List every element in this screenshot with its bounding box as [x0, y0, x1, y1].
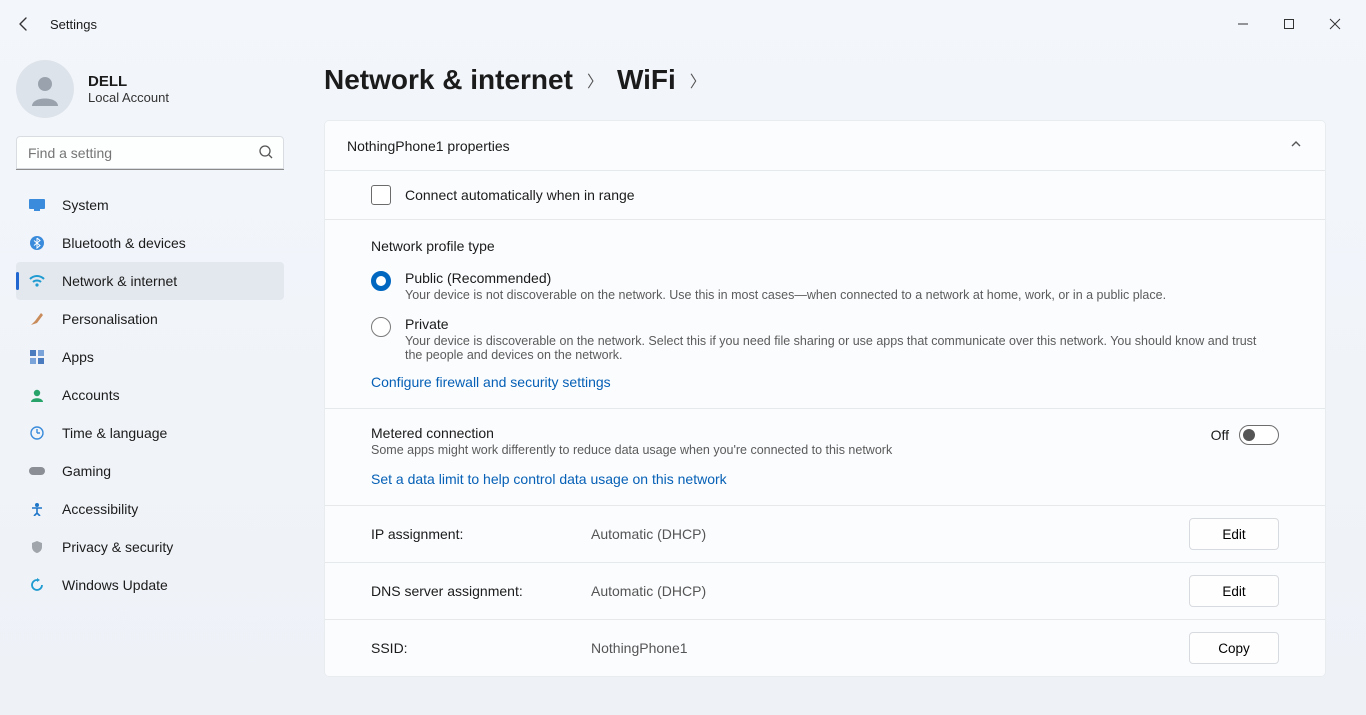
- user-block[interactable]: DELL Local Account: [16, 56, 284, 136]
- profile-public-title: Public (Recommended): [405, 270, 1166, 286]
- titlebar: Settings: [0, 0, 1366, 48]
- maximize-button[interactable]: [1266, 8, 1312, 40]
- dns-assignment-row: DNS server assignment: Automatic (DHCP) …: [325, 563, 1325, 619]
- minimize-icon: [1237, 18, 1249, 30]
- sidebar-item-accessibility[interactable]: Accessibility: [16, 490, 284, 528]
- minimize-button[interactable]: [1220, 8, 1266, 40]
- breadcrumb-parent[interactable]: Network & internet: [324, 64, 573, 96]
- sidebar-item-label: Gaming: [62, 463, 111, 479]
- data-limit-link[interactable]: Set a data limit to help control data us…: [325, 461, 1325, 505]
- globe-clock-icon: [28, 426, 46, 440]
- sidebar-item-label: Accessibility: [62, 501, 138, 517]
- metered-state-label: Off: [1211, 427, 1229, 443]
- firewall-link[interactable]: Configure firewall and security settings: [325, 364, 1325, 408]
- back-button[interactable]: [8, 8, 40, 40]
- apps-icon: [28, 350, 46, 364]
- accessibility-icon: [28, 502, 46, 516]
- profile-public-desc: Your device is not discoverable on the n…: [405, 288, 1166, 302]
- breadcrumb-current[interactable]: WiFi: [617, 64, 676, 96]
- auto-connect-row: Connect automatically when in range: [325, 171, 1325, 219]
- shield-icon: [28, 540, 46, 554]
- metered-desc: Some apps might work differently to redu…: [371, 443, 892, 457]
- radio-private[interactable]: [371, 317, 391, 337]
- radio-public[interactable]: [371, 271, 391, 291]
- metered-toggle[interactable]: [1239, 425, 1279, 445]
- chevron-right-icon: 〉: [587, 68, 603, 92]
- profile-type-title: Network profile type: [325, 220, 1325, 264]
- nav-list: System Bluetooth & devices Network & int…: [16, 186, 284, 604]
- ssid-row: SSID: NothingPhone1 Copy: [325, 620, 1325, 676]
- sidebar-item-bluetooth[interactable]: Bluetooth & devices: [16, 224, 284, 262]
- search-icon: [258, 144, 274, 163]
- user-subtitle: Local Account: [88, 90, 169, 105]
- gaming-icon: [28, 465, 46, 477]
- ip-assignment-key: IP assignment:: [371, 526, 571, 542]
- sidebar-item-label: System: [62, 197, 109, 213]
- system-icon: [28, 199, 46, 211]
- maximize-icon: [1283, 18, 1295, 30]
- close-icon: [1329, 18, 1341, 30]
- sidebar-item-label: Network & internet: [62, 273, 177, 289]
- auto-connect-checkbox[interactable]: [371, 185, 391, 205]
- update-icon: [28, 578, 46, 592]
- avatar: [16, 60, 74, 118]
- properties-card: NothingPhone1 properties Connect automat…: [324, 120, 1326, 677]
- properties-header[interactable]: NothingPhone1 properties: [325, 121, 1325, 170]
- ip-assignment-value: Automatic (DHCP): [591, 526, 1169, 542]
- wifi-icon: [28, 274, 46, 288]
- search-box: [16, 136, 284, 170]
- dns-assignment-value: Automatic (DHCP): [591, 583, 1169, 599]
- profile-private-option[interactable]: Private Your device is discoverable on t…: [325, 304, 1325, 364]
- sidebar-item-label: Accounts: [62, 387, 120, 403]
- sidebar-item-update[interactable]: Windows Update: [16, 566, 284, 604]
- auto-connect-label: Connect automatically when in range: [405, 187, 635, 203]
- dns-assignment-key: DNS server assignment:: [371, 583, 571, 599]
- profile-private-desc: Your device is discoverable on the netwo…: [405, 334, 1275, 362]
- chevron-up-icon: [1289, 137, 1303, 154]
- ssid-value: NothingPhone1: [591, 640, 1169, 656]
- profile-public-option[interactable]: Public (Recommended) Your device is not …: [325, 264, 1325, 304]
- breadcrumb: Network & internet 〉 WiFi 〉: [324, 64, 1326, 96]
- ssid-copy-button[interactable]: Copy: [1189, 632, 1279, 664]
- sidebar-item-network[interactable]: Network & internet: [16, 262, 284, 300]
- sidebar-item-personalisation[interactable]: Personalisation: [16, 300, 284, 338]
- sidebar-item-accounts[interactable]: Accounts: [16, 376, 284, 414]
- accounts-icon: [28, 388, 46, 402]
- main-content: Network & internet 〉 WiFi 〉 NothingPhone…: [300, 48, 1366, 715]
- sidebar-item-label: Time & language: [62, 425, 167, 441]
- close-button[interactable]: [1312, 8, 1358, 40]
- properties-title: NothingPhone1 properties: [347, 138, 510, 154]
- arrow-left-icon: [16, 16, 32, 32]
- user-name: DELL: [88, 73, 169, 90]
- metered-title: Metered connection: [371, 425, 892, 441]
- dns-assignment-edit-button[interactable]: Edit: [1189, 575, 1279, 607]
- sidebar-item-time[interactable]: Time & language: [16, 414, 284, 452]
- sidebar-item-label: Privacy & security: [62, 539, 173, 555]
- bluetooth-icon: [28, 236, 46, 250]
- ip-assignment-edit-button[interactable]: Edit: [1189, 518, 1279, 550]
- sidebar-item-apps[interactable]: Apps: [16, 338, 284, 376]
- sidebar-item-label: Bluetooth & devices: [62, 235, 186, 251]
- ssid-key: SSID:: [371, 640, 571, 656]
- window-title: Settings: [50, 17, 97, 32]
- sidebar: DELL Local Account System Bluetooth & de…: [0, 48, 300, 715]
- sidebar-item-gaming[interactable]: Gaming: [16, 452, 284, 490]
- sidebar-item-label: Windows Update: [62, 577, 168, 593]
- paintbrush-icon: [28, 311, 46, 327]
- sidebar-item-privacy[interactable]: Privacy & security: [16, 528, 284, 566]
- search-input[interactable]: [16, 136, 284, 170]
- sidebar-item-label: Apps: [62, 349, 94, 365]
- chevron-right-icon: 〉: [690, 68, 706, 92]
- ip-assignment-row: IP assignment: Automatic (DHCP) Edit: [325, 506, 1325, 562]
- profile-private-title: Private: [405, 316, 1275, 332]
- person-icon: [28, 72, 62, 106]
- sidebar-item-label: Personalisation: [62, 311, 158, 327]
- metered-row: Metered connection Some apps might work …: [325, 409, 1325, 461]
- sidebar-item-system[interactable]: System: [16, 186, 284, 224]
